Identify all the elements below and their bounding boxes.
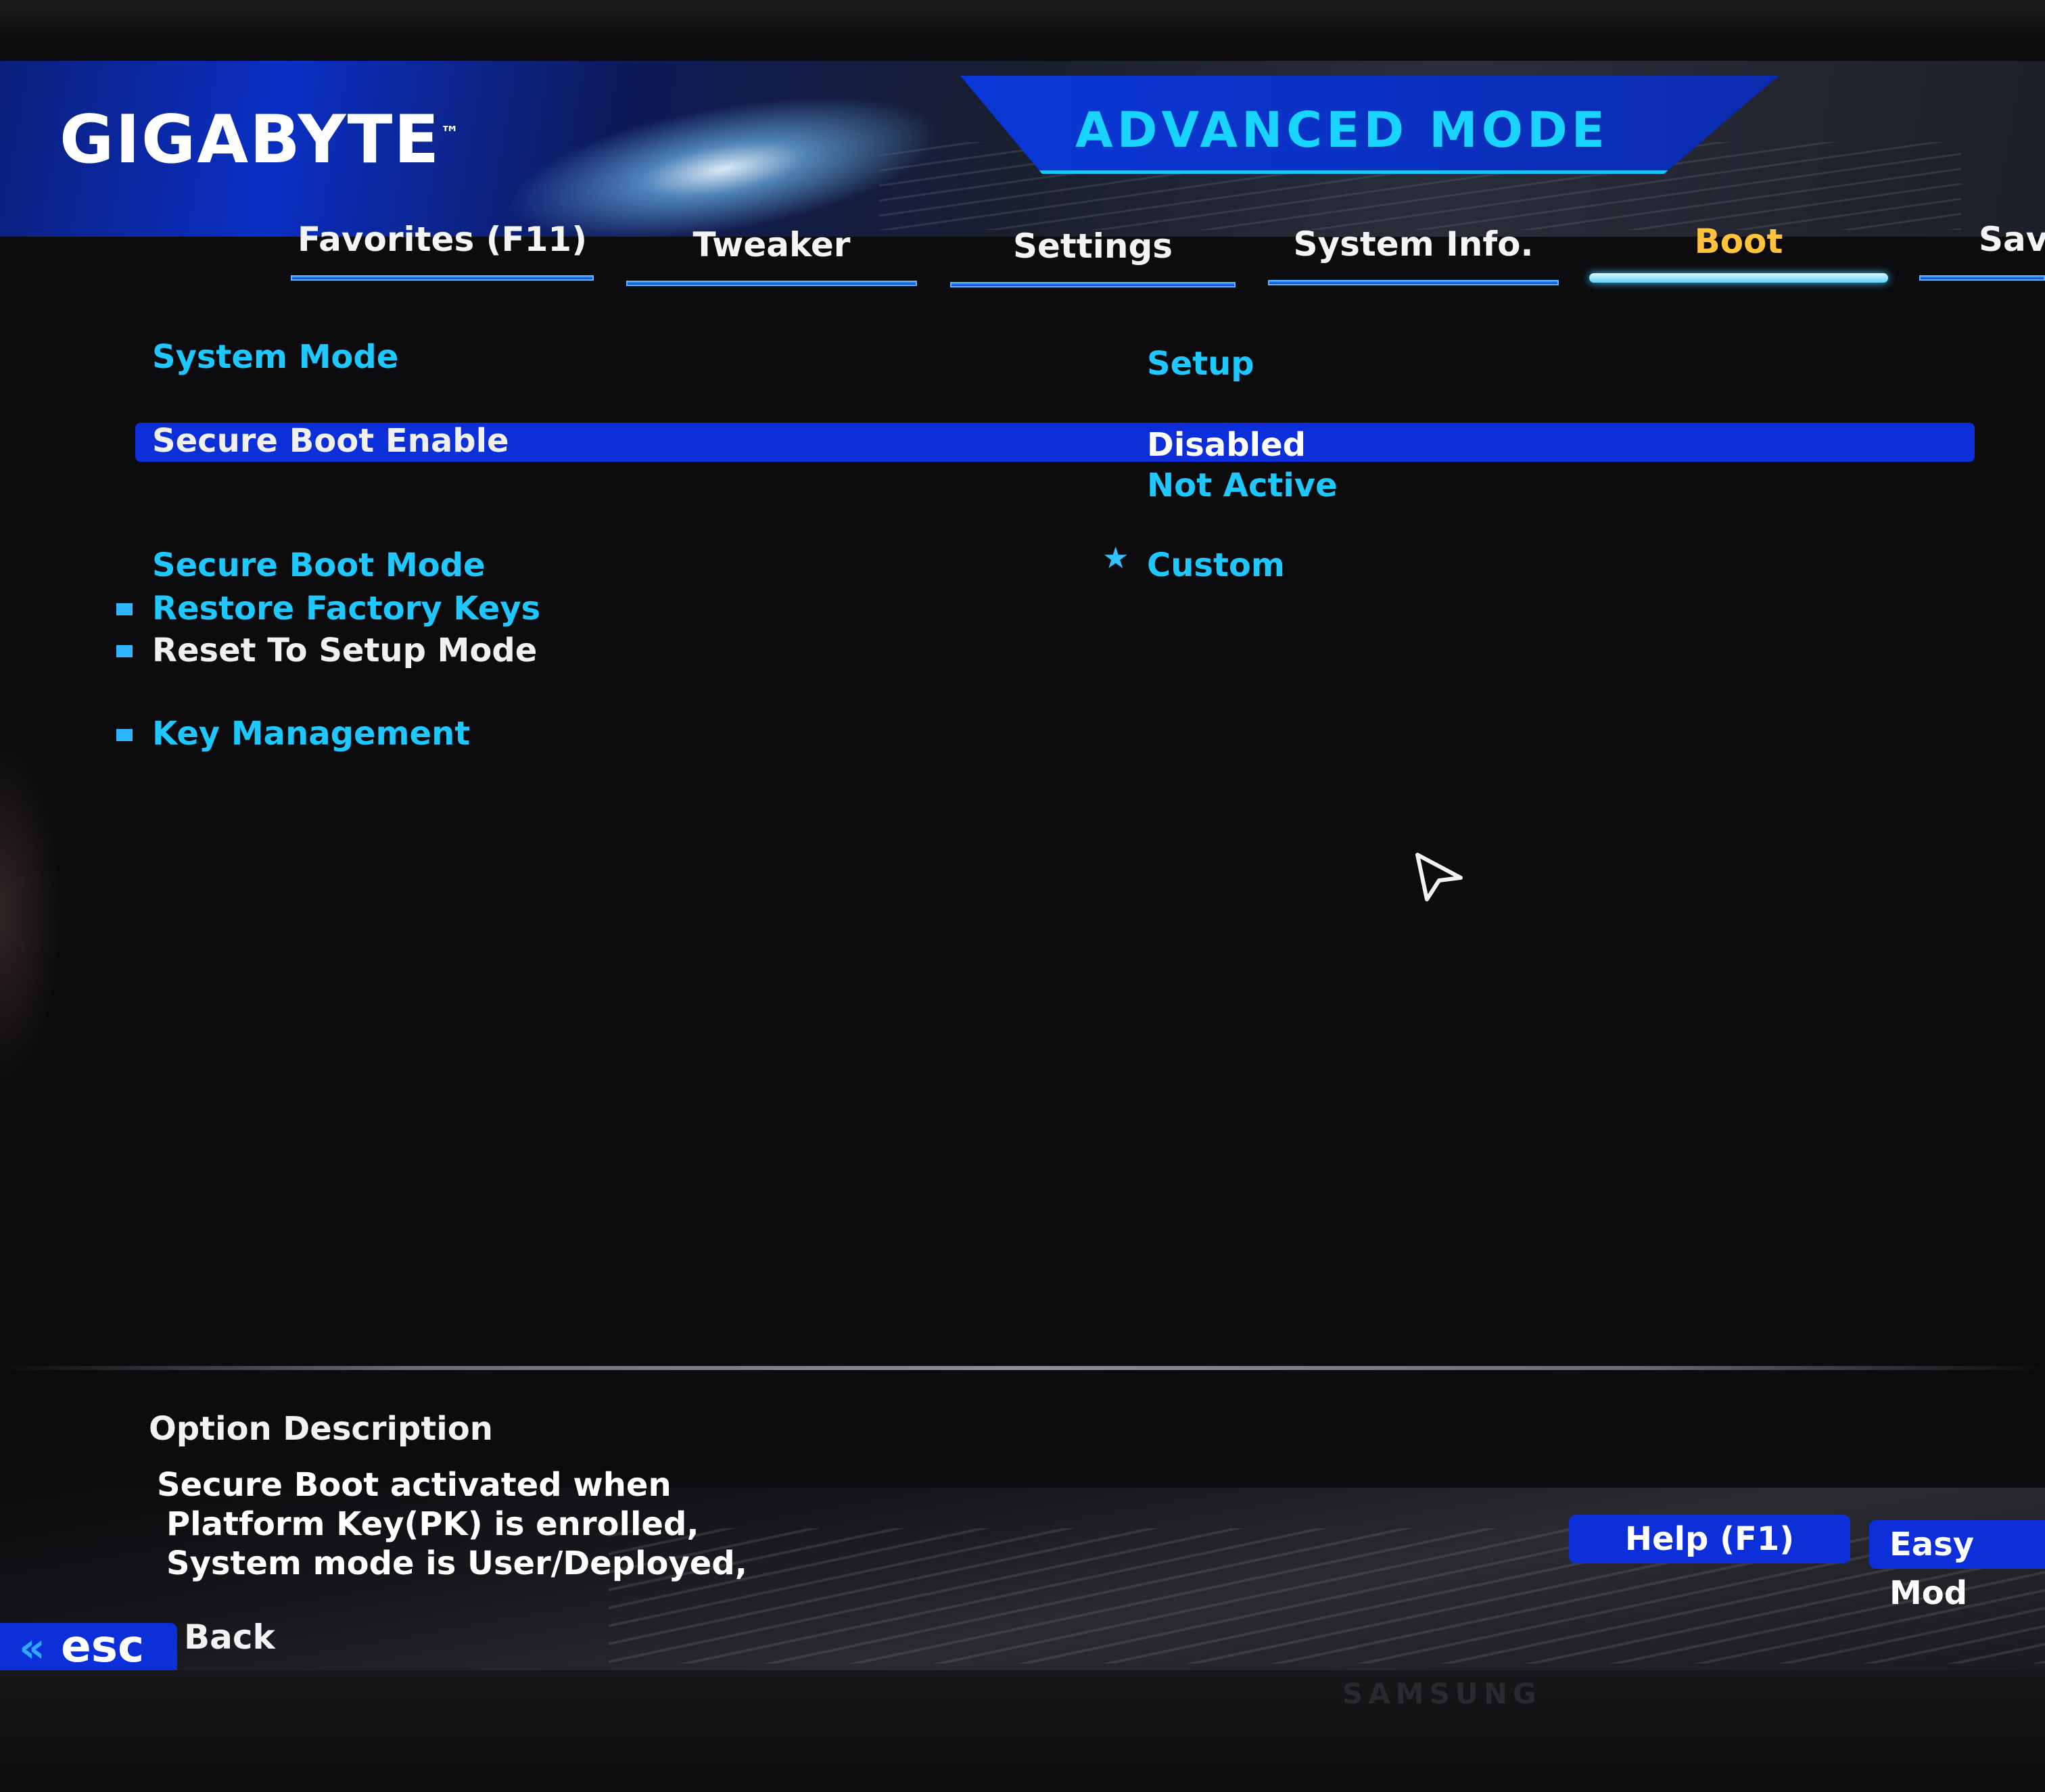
tab-underline [1268, 280, 1559, 285]
key-management-item[interactable]: Key Management [152, 715, 470, 753]
esc-label: esc [61, 1620, 145, 1672]
star-icon: ★ [1102, 541, 1129, 575]
description-line: Platform Key(PK) is enrolled, [166, 1505, 699, 1543]
tab-system-info[interactable]: System Info. [1268, 225, 1559, 285]
monitor-top-bezel [0, 0, 2045, 41]
monitor-bottom-bezel [0, 1670, 2045, 1792]
tab-underline [626, 281, 917, 286]
restore-factory-keys-item[interactable]: Restore Factory Keys [152, 590, 540, 628]
tab-underline [950, 282, 1236, 287]
square-bullet-icon [116, 729, 133, 741]
tab-save[interactable]: Save [1919, 220, 2045, 281]
back-label[interactable]: Back [184, 1618, 275, 1657]
tab-tweaker-label: Tweaker [692, 225, 851, 264]
bios-screen: GIGABYTE™ ADVANCED MODE Favorites (F11) … [0, 0, 2045, 1792]
double-chevron-left-icon: « [19, 1624, 45, 1672]
reset-to-setup-mode-item[interactable]: Reset To Setup Mode [152, 632, 537, 669]
mode-title: ADVANCED MODE [1075, 101, 1609, 158]
trademark-mark: ™ [440, 122, 461, 145]
secure-boot-enable-value[interactable]: Disabled [1147, 426, 1306, 464]
description-line: Secure Boot activated when [157, 1466, 672, 1504]
tab-favorites-label: Favorites (F11) [297, 220, 588, 259]
screen-reflection [0, 744, 61, 1082]
tab-settings[interactable]: Settings [950, 227, 1236, 287]
secure-boot-mode-label[interactable]: Secure Boot Mode [152, 546, 486, 584]
easy-mode-button[interactable]: Easy Mod [1869, 1520, 2045, 1612]
tab-boot[interactable]: Boot [1589, 222, 1888, 283]
secure-boot-status: Not Active [1147, 467, 1338, 504]
secure-boot-mode-value[interactable]: Custom [1147, 546, 1285, 584]
square-bullet-icon [116, 645, 133, 657]
help-button[interactable]: Help (F1) [1569, 1515, 1850, 1563]
square-bullet-icon [116, 603, 133, 615]
tab-favorites[interactable]: Favorites (F11) [291, 220, 594, 281]
mouse-pointer-icon [1415, 853, 1463, 901]
option-description-title: Option Description [149, 1410, 493, 1448]
tab-save-label: Save [1979, 220, 2045, 259]
tab-underline-active [1589, 273, 1888, 283]
tab-tweaker[interactable]: Tweaker [626, 225, 917, 286]
bottom-divider [0, 1366, 2045, 1370]
tab-system-info-label: System Info. [1293, 225, 1534, 264]
system-mode-label: System Mode [152, 338, 399, 376]
tab-underline [1919, 275, 2045, 281]
tab-underline [291, 275, 594, 281]
monitor-brand: SAMSUNG [1342, 1677, 1542, 1710]
description-line: System mode is User/Deployed, [166, 1545, 747, 1582]
gigabyte-logo: GIGABYTE™ [60, 101, 461, 179]
tab-settings-label: Settings [1012, 227, 1173, 266]
secure-boot-enable-label[interactable]: Secure Boot Enable [152, 422, 509, 460]
tab-boot-label: Boot [1694, 222, 1783, 261]
logo-text: GIGABYTE [60, 101, 441, 179]
system-mode-value: Setup [1147, 345, 1254, 383]
